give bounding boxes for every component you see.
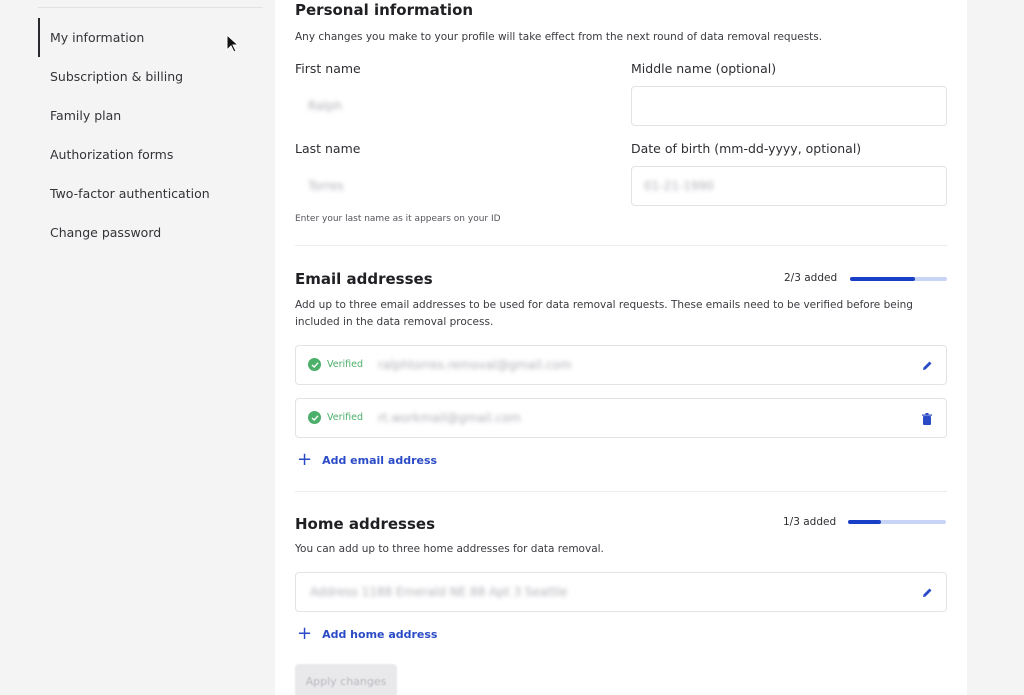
home-progress-bar [848,520,946,524]
middle-name-field[interactable] [631,86,947,126]
mouse-cursor-icon [226,34,240,53]
email-section-title: Email addresses [295,270,433,288]
sidebar-item-family-plan[interactable]: Family plan [38,96,268,135]
edit-icon[interactable] [920,359,934,373]
sidebar-item-label: Two-factor authentication [50,186,210,201]
email-row[interactable]: Verified rt.workmail@gmail.com [295,398,947,438]
verified-label: Verified [327,359,364,370]
personal-info-title: Personal information [295,1,474,19]
dob-value: 01-21-1990 [644,179,714,193]
email-progress-label: 2/3 added [784,272,838,284]
last-name-field[interactable]: Torres [295,166,615,206]
home-section-description: You can add up to three home addresses f… [295,543,604,555]
section-divider [295,245,947,246]
add-email-button[interactable]: + Add email address [297,449,438,470]
middle-name-label: Middle name (optional) [631,61,777,76]
first-name-value: Ralph [308,99,342,113]
first-name-field[interactable]: Ralph [295,86,615,126]
first-name-label: First name [295,61,361,76]
add-email-label: Add email address [322,453,438,467]
verified-label: Verified [327,412,364,423]
email-row[interactable]: Verified ralphtorres.removal@gmail.com [295,345,947,385]
check-icon [308,358,321,371]
sidebar-divider [38,7,263,8]
home-section-title: Home addresses [295,515,436,533]
dob-label: Date of birth (mm-dd-yyyy, optional) [631,141,862,156]
check-icon [308,411,321,424]
add-home-address-button[interactable]: + Add home address [297,623,438,644]
add-home-address-label: Add home address [322,627,438,641]
sidebar-item-label: Change password [50,225,162,240]
sidebar-item-label: Family plan [50,108,122,123]
profile-panel: Personal information Any changes you mak… [275,0,967,695]
home-address-row[interactable]: Address 1188 Emerald NE 88 Apt 3 Seattle [295,572,947,612]
dob-field[interactable]: 01-21-1990 [631,166,947,206]
settings-sidebar: My information Subscription & billing Fa… [0,0,275,695]
section-divider [295,491,947,492]
sidebar-item-label: My information [50,30,145,45]
last-name-label: Last name [295,141,361,156]
last-name-hint: Enter your last name as it appears on yo… [295,214,501,224]
sidebar-item-subscription-billing[interactable]: Subscription & billing [38,57,268,96]
apply-changes-button[interactable]: Apply changes [295,664,397,695]
personal-info-description: Any changes you make to your profile wil… [295,31,823,43]
plus-icon: + [297,623,313,644]
sidebar-item-label: Authorization forms [50,147,174,162]
email-section-description: Add up to three email addresses to be us… [295,299,913,328]
email-value: rt.workmail@gmail.com [378,411,521,425]
apply-changes-label: Apply changes [305,674,387,688]
home-progress-label: 1/3 added [783,516,837,528]
last-name-value: Torres [308,179,344,193]
sidebar-item-authorization-forms[interactable]: Authorization forms [38,135,268,174]
verified-badge: Verified [308,411,363,424]
trash-icon[interactable] [920,412,934,426]
verified-badge: Verified [308,358,363,371]
sidebar-item-two-factor[interactable]: Two-factor authentication [38,174,268,213]
email-progress-fill [850,277,915,281]
email-progress-bar [850,277,947,281]
sidebar-item-label: Subscription & billing [50,69,184,84]
edit-icon[interactable] [920,586,934,600]
home-progress-fill [848,520,881,524]
sidebar-item-change-password[interactable]: Change password [38,213,268,252]
plus-icon: + [297,449,313,470]
home-address-value: Address 1188 Emerald NE 88 Apt 3 Seattle [310,585,568,599]
email-value: ralphtorres.removal@gmail.com [378,358,572,372]
